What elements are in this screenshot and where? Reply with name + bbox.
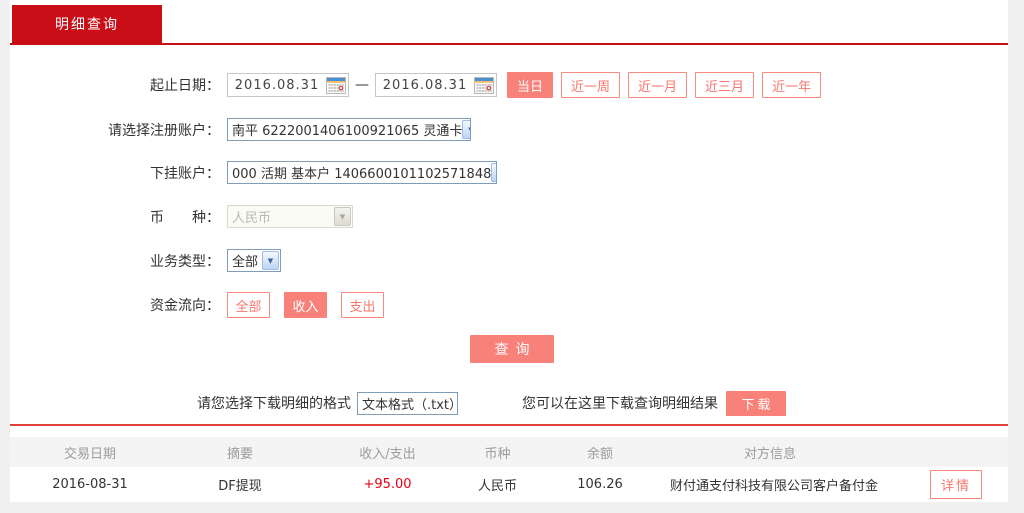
download-hint: 您可以在这里下载查询明细结果 <box>522 393 718 413</box>
business-type-row: 业务类型： 全部 ▼ <box>10 249 1008 272</box>
col-header-amount: 收入/支出 <box>310 443 465 462</box>
quick-range-year-button[interactable]: 近一年 <box>762 72 821 98</box>
registered-account-value: 南平 6222001406100921065 灵通卡 <box>228 120 462 139</box>
tab-underline <box>10 43 1008 45</box>
fund-flow-income-button[interactable]: 收入 <box>284 292 327 318</box>
download-format-label: 请您选择下载明细的格式 <box>197 393 351 413</box>
chevron-down-icon: ▼ <box>462 120 471 139</box>
end-date-input[interactable]: 2016.08.31 <box>375 73 497 97</box>
quick-range-3month-button[interactable]: 近三月 <box>695 72 754 98</box>
registered-account-row: 请选择注册账户： 南平 6222001406100921065 灵通卡 ▼ <box>10 118 1008 141</box>
sub-account-row: 下挂账户： 000 活期 基本户 1406600101102571848 ▼ <box>10 161 1008 184</box>
table-header: 交易日期 摘要 收入/支出 币种 余额 对方信息 <box>10 437 1008 467</box>
col-header-summary: 摘要 <box>170 443 310 462</box>
start-date-value: 2016.08.31 <box>228 78 326 93</box>
quick-range-today-button[interactable]: 当日 <box>507 72 553 98</box>
detail-query-panel: 明细查询 起止日期： 2016.08.31 — 2016.08.31 当日 近一… <box>10 0 1008 502</box>
business-type-label: 业务类型： <box>10 251 220 271</box>
cell-amount: +95.00 <box>310 477 465 492</box>
cell-summary: DF提现 <box>170 475 310 494</box>
col-header-counterparty: 对方信息 <box>670 443 870 462</box>
chevron-down-icon: ▼ <box>262 251 279 270</box>
calendar-icon[interactable] <box>474 77 494 94</box>
business-type-value: 全部 <box>228 251 262 270</box>
col-header-currency: 币种 <box>465 443 530 462</box>
detail-button[interactable]: 详情 <box>930 470 982 499</box>
sub-account-label: 下挂账户： <box>10 163 220 183</box>
download-format-value: 文本格式（.txt） <box>358 394 458 413</box>
fund-flow-label: 资金流向： <box>10 295 220 315</box>
business-type-select[interactable]: 全部 ▼ <box>227 249 281 272</box>
quick-range-month-button[interactable]: 近一月 <box>628 72 687 98</box>
calendar-icon[interactable] <box>326 77 346 94</box>
fund-flow-all-button[interactable]: 全部 <box>227 292 270 318</box>
chevron-down-icon: ▼ <box>334 207 351 226</box>
download-button[interactable]: 下载 <box>726 391 786 416</box>
fund-flow-row: 资金流向： 全部 收入 支出 <box>10 292 1008 318</box>
currency-row: 币 种： 人民币 ▼ <box>10 205 1008 228</box>
currency-value: 人民币 <box>228 207 334 226</box>
chevron-down-icon: ▼ <box>491 163 497 182</box>
tab-detail-query[interactable]: 明细查询 <box>12 5 162 43</box>
cell-currency: 人民币 <box>465 475 530 494</box>
results-divider <box>10 424 1008 426</box>
col-header-balance: 余额 <box>530 443 670 462</box>
currency-label: 币 种： <box>10 207 220 227</box>
registered-account-select[interactable]: 南平 6222001406100921065 灵通卡 ▼ <box>227 118 471 141</box>
date-separator: — <box>355 77 369 93</box>
end-date-value: 2016.08.31 <box>376 78 474 93</box>
cell-counterparty: 财付通支付科技有限公司客户备付金 <box>670 475 870 494</box>
cell-date: 2016-08-31 <box>10 477 170 492</box>
sub-account-select[interactable]: 000 活期 基本户 1406600101102571848 ▼ <box>227 161 497 184</box>
sub-account-value: 000 活期 基本户 1406600101102571848 <box>228 163 491 182</box>
col-header-date: 交易日期 <box>10 443 170 462</box>
quick-range-week-button[interactable]: 近一周 <box>561 72 620 98</box>
date-range-label: 起止日期： <box>10 75 220 95</box>
query-button[interactable]: 查询 <box>470 335 554 363</box>
table-row: 2016-08-31 DF提现 +95.00 人民币 106.26 财付通支付科… <box>10 467 1008 502</box>
fund-flow-expense-button[interactable]: 支出 <box>341 292 384 318</box>
download-row: 请您选择下载明细的格式 文本格式（.txt） ▼ 您可以在这里下载查询明细结果 … <box>197 390 786 416</box>
download-format-select[interactable]: 文本格式（.txt） ▼ <box>357 392 458 415</box>
cell-balance: 106.26 <box>530 477 670 492</box>
registered-account-label: 请选择注册账户： <box>10 120 220 140</box>
date-range-row: 起止日期： 2016.08.31 — 2016.08.31 当日 近一周 近一月… <box>10 72 1008 98</box>
start-date-input[interactable]: 2016.08.31 <box>227 73 349 97</box>
currency-select: 人民币 ▼ <box>227 205 353 228</box>
